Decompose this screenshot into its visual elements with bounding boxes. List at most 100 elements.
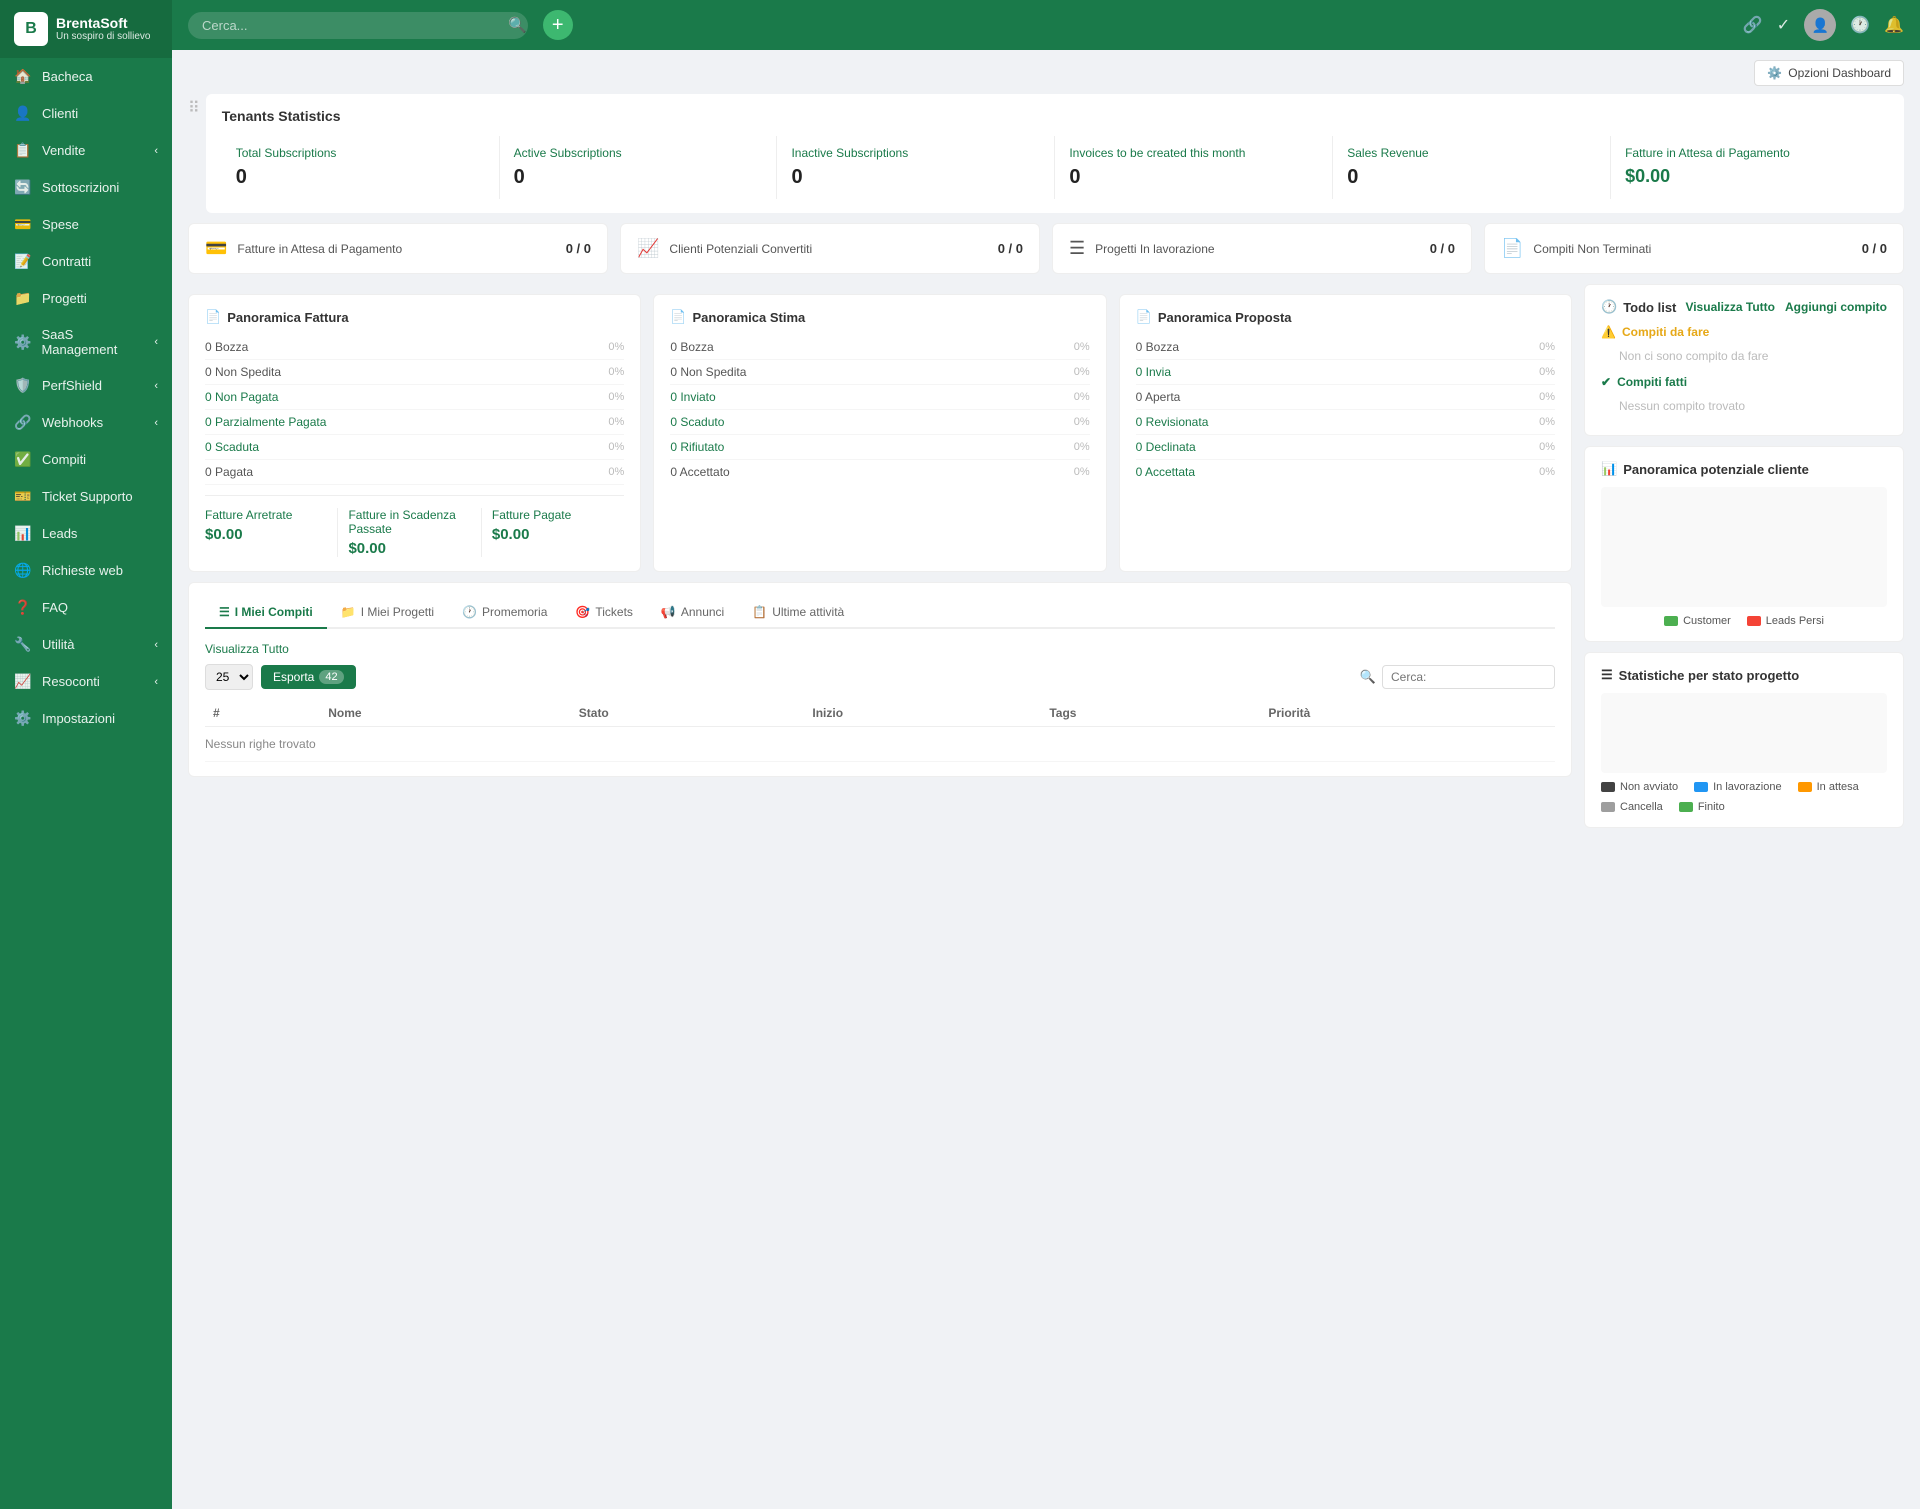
tab-attivita[interactable]: 📋 Ultime attività xyxy=(738,597,858,629)
pan-row-label-0-4[interactable]: 0 Scaduta xyxy=(205,440,259,454)
pan-row-label-2-4[interactable]: 0 Declinata xyxy=(1136,440,1196,454)
sidebar-icon-clienti: 👤 xyxy=(14,105,32,122)
sidebar-arrow-perfshield: ‹ xyxy=(154,380,158,392)
pan-row-pct-1-3: 0% xyxy=(1074,416,1090,428)
tab-label-tickets: Tickets xyxy=(595,605,633,619)
search-icon[interactable]: 🔍 xyxy=(508,16,527,34)
pan-row-1-3: 0 Scaduto 0% xyxy=(670,410,1089,435)
stat-label-3: Invoices to be created this month xyxy=(1069,146,1318,160)
search-input[interactable] xyxy=(188,12,528,39)
check-icon[interactable]: ✓ xyxy=(1777,15,1790,35)
sidebar-item-spese[interactable]: 💳 Spese xyxy=(0,206,172,243)
options-dashboard-button[interactable]: ⚙️ Opzioni Dashboard xyxy=(1754,60,1904,86)
sidebar-item-utilita[interactable]: 🔧 Utilità ‹ xyxy=(0,626,172,663)
sidebar-item-richieste[interactable]: 🌐 Richieste web xyxy=(0,552,172,589)
sidebar-item-sottoscrizioni[interactable]: 🔄 Sottoscrizioni xyxy=(0,169,172,206)
panoramica-icon: 📊 xyxy=(1601,461,1617,477)
tab-annunci[interactable]: 📢 Annunci xyxy=(647,597,738,629)
todo-title-label: Todo list xyxy=(1623,300,1676,315)
sidebar-item-progetti[interactable]: 📁 Progetti xyxy=(0,280,172,317)
pan-row-pct-1-4: 0% xyxy=(1074,441,1090,453)
sidebar-label-clienti: Clienti xyxy=(42,106,78,121)
add-button[interactable]: + xyxy=(543,10,573,40)
pan-title-2: 📄 Panoramica Proposta xyxy=(1136,309,1555,325)
sidebar-item-compiti[interactable]: ✅ Compiti xyxy=(0,441,172,478)
sidebar-label-progetti: Progetti xyxy=(42,291,87,306)
th-3: Inizio xyxy=(804,700,1041,727)
pan-row-label-2-3[interactable]: 0 Revisionata xyxy=(1136,415,1209,429)
pan-row-1-5: 0 Accettato 0% xyxy=(670,460,1089,484)
pan-row-pct-0-0: 0% xyxy=(608,341,624,353)
sidebar-label-leads: Leads xyxy=(42,526,77,541)
sidebar-item-resoconti[interactable]: 📈 Resoconti ‹ xyxy=(0,663,172,700)
summary-card-3[interactable]: 📄 Compiti Non Terminati 0 / 0 xyxy=(1484,223,1904,274)
summary-label-0: Fatture in Attesa di Pagamento xyxy=(237,242,555,256)
clock-icon[interactable]: 🕐 xyxy=(1850,15,1870,35)
export-button[interactable]: Esporta 42 xyxy=(261,665,356,689)
tab-icon-annunci: 📢 xyxy=(661,605,676,619)
ft-label-1: Fatture in Scadenza Passate xyxy=(348,508,470,536)
sidebar-logo[interactable]: B BrentaSoft Un sospiro di sollievo xyxy=(0,0,172,58)
sidebar-icon-vendite: 📋 xyxy=(14,142,32,159)
main-area: 🔍 + 🔗 ✓ 👤 🕐 🔔 ⚙️ Opzioni Dashboard ⠿ Ten… xyxy=(172,0,1920,1509)
sidebar-item-vendite[interactable]: 📋 Vendite ‹ xyxy=(0,132,172,169)
pan-row-label-0-3[interactable]: 0 Parzialmente Pagata xyxy=(205,415,326,429)
stat-card-4: Sales Revenue 0 xyxy=(1333,136,1611,199)
logo-icon: B xyxy=(14,12,48,46)
sidebar-label-ticket: Ticket Supporto xyxy=(42,489,133,504)
sidebar-item-webhooks[interactable]: 🔗 Webhooks ‹ xyxy=(0,404,172,441)
visualizza-tutto-link[interactable]: Visualizza Tutto xyxy=(205,642,289,656)
todo-aggiungi-link[interactable]: Aggiungi compito xyxy=(1785,300,1887,314)
drag-handle-stats[interactable]: ⠿ xyxy=(188,94,200,213)
bell-icon[interactable]: 🔔 xyxy=(1884,15,1904,35)
sidebar-item-contratti[interactable]: 📝 Contratti xyxy=(0,243,172,280)
stat-card-1: Active Subscriptions 0 xyxy=(500,136,778,199)
pan-row-label-1-4[interactable]: 0 Rifiutato xyxy=(670,440,724,454)
sidebar-item-faq[interactable]: ❓ FAQ xyxy=(0,589,172,626)
sidebar-label-richieste: Richieste web xyxy=(42,563,123,578)
pan-row-label-2-2: 0 Aperta xyxy=(1136,390,1181,404)
tab-icon-compiti: ☰ xyxy=(219,605,230,619)
sidebar-item-perfshield[interactable]: 🛡️ PerfShield ‹ xyxy=(0,367,172,404)
sidebar-item-ticket[interactable]: 🎫 Ticket Supporto xyxy=(0,478,172,515)
avatar[interactable]: 👤 xyxy=(1804,9,1836,41)
todo-done-label: Compiti fatti xyxy=(1617,375,1687,389)
tab-compiti[interactable]: ☰ I Miei Compiti xyxy=(205,597,327,629)
sidebar-item-impostazioni[interactable]: ⚙️ Impostazioni xyxy=(0,700,172,737)
pan-icon-1: 📄 xyxy=(670,309,686,325)
pan-row-label-0-2[interactable]: 0 Non Pagata xyxy=(205,390,278,404)
summary-label-2: Progetti In lavorazione xyxy=(1095,242,1420,256)
pan-row-label-1-3[interactable]: 0 Scaduto xyxy=(670,415,724,429)
th-2: Stato xyxy=(571,700,805,727)
tab-promemoria[interactable]: 🕐 Promemoria xyxy=(448,597,561,629)
sidebar-item-leads[interactable]: 📊 Leads xyxy=(0,515,172,552)
tab-tickets[interactable]: 🎯 Tickets xyxy=(561,597,647,629)
topbar: 🔍 + 🔗 ✓ 👤 🕐 🔔 xyxy=(172,0,1920,50)
summary-card-2[interactable]: ☰ Progetti In lavorazione 0 / 0 xyxy=(1052,223,1472,274)
stat-card-2: Inactive Subscriptions 0 xyxy=(777,136,1055,199)
pan-row-0-0: 0 Bozza 0% xyxy=(205,335,624,360)
sp-label-2: In attesa xyxy=(1817,781,1859,793)
summary-card-1[interactable]: 📈 Clienti Potenziali Convertiti 0 / 0 xyxy=(620,223,1040,274)
sidebar-item-clienti[interactable]: 👤 Clienti xyxy=(0,95,172,132)
legend-label-0: Customer xyxy=(1683,615,1731,627)
tab-progetti[interactable]: 📁 I Miei Progetti xyxy=(327,597,448,629)
pan-title-0: 📄 Panoramica Fattura xyxy=(205,309,624,325)
page-size-select[interactable]: 25 xyxy=(205,664,253,690)
pan-row-label-1-2[interactable]: 0 Inviato xyxy=(670,390,715,404)
sidebar-item-bacheca[interactable]: 🏠 Bacheca xyxy=(0,58,172,95)
sidebar-label-impostazioni: Impostazioni xyxy=(42,711,115,726)
pan-row-2-4: 0 Declinata 0% xyxy=(1136,435,1555,460)
summary-card-0[interactable]: 💳 Fatture in Attesa di Pagamento 0 / 0 xyxy=(188,223,608,274)
sidebar-item-saas[interactable]: ⚙️ SaaS Management ‹ xyxy=(0,317,172,367)
table-search-input[interactable] xyxy=(1382,665,1555,689)
pan-icon-2: 📄 xyxy=(1136,309,1152,325)
stats-grid: Total Subscriptions 0Active Subscription… xyxy=(222,136,1888,199)
stat-label-0: Total Subscriptions xyxy=(236,146,485,160)
todo-visualizza-link[interactable]: Visualizza Tutto xyxy=(1685,300,1775,314)
pan-row-label-2-5[interactable]: 0 Accettata xyxy=(1136,465,1195,479)
pan-row-label-2-1[interactable]: 0 Invia xyxy=(1136,365,1171,379)
th-1: Nome xyxy=(320,700,571,727)
tenants-stats-title: Tenants Statistics xyxy=(222,108,1888,124)
share-icon[interactable]: 🔗 xyxy=(1743,15,1763,35)
